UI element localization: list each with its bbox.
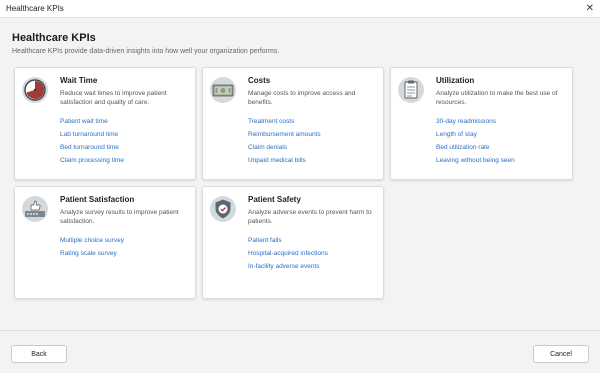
page-header: Healthcare KPIs Healthcare KPIs provide …	[12, 32, 279, 55]
link-list: Multiple choice survey Rating scale surv…	[60, 234, 124, 260]
window-title: Healthcare KPIs	[6, 4, 64, 13]
card-utilization: Utilization Analyze utilization to make …	[390, 67, 573, 180]
link-patient-wait-time[interactable]: Patient wait time	[60, 115, 124, 128]
shield-check-icon	[209, 195, 237, 223]
link-list: 30-day readmissions Length of stay Bed u…	[436, 115, 515, 167]
title-bar: Healthcare KPIs ✕	[0, 0, 600, 18]
link-list: Patient wait time Lab turnaround time Be…	[60, 115, 124, 167]
link-30-day-readmissions[interactable]: 30-day readmissions	[436, 115, 515, 128]
link-list: Patient falls Hospital-acquired infectio…	[248, 234, 328, 273]
thumbs-up-icon	[21, 195, 49, 223]
money-icon	[209, 76, 237, 104]
card-description: Reduce wait times to improve patient sat…	[60, 90, 167, 106]
link-unpaid-medical-bills[interactable]: Unpaid medical bills	[248, 154, 321, 167]
clipboard-icon	[397, 76, 425, 104]
link-bed-turnaround-time[interactable]: Bed turnaround time	[60, 141, 124, 154]
footer-bar: Back Cancel	[0, 330, 600, 373]
card-costs: Costs Manage costs to improve access and…	[202, 67, 384, 180]
link-in-facility-adverse-events[interactable]: In-facility adverse events	[248, 260, 328, 273]
link-lab-turnaround-time[interactable]: Lab turnaround time	[60, 128, 124, 141]
close-icon[interactable]: ✕	[586, 3, 594, 14]
link-hospital-acquired-infections[interactable]: Hospital-acquired infections	[248, 247, 328, 260]
link-leaving-without-being-seen[interactable]: Leaving without being seen	[436, 154, 515, 167]
link-reimbursement-amounts[interactable]: Reimbursement amounts	[248, 128, 321, 141]
card-title: Wait Time	[60, 76, 98, 85]
link-patient-falls[interactable]: Patient falls	[248, 234, 328, 247]
card-title: Patient Safety	[248, 195, 301, 204]
card-title: Utilization	[436, 76, 475, 85]
card-title: Costs	[248, 76, 271, 85]
link-claim-denials[interactable]: Claim denials	[248, 141, 321, 154]
card-description: Analyze survey results to improve patien…	[60, 209, 179, 225]
link-bed-utilization-rate[interactable]: Bed utilization rate	[436, 141, 515, 154]
link-multiple-choice-survey[interactable]: Multiple choice survey	[60, 234, 124, 247]
card-title: Patient Satisfaction	[60, 195, 135, 204]
card-patient-satisfaction: Patient Satisfaction Analyze survey resu…	[14, 186, 196, 299]
card-description: Analyze adverse events to prevent harm t…	[248, 209, 372, 225]
page-subtitle: Healthcare KPIs provide data-driven insi…	[12, 48, 280, 55]
card-description: Analyze utilization to make the best use…	[436, 90, 558, 106]
link-list: Treatment costs Reimbursement amounts Cl…	[248, 115, 321, 167]
link-claim-processing-time[interactable]: Claim processing time	[60, 154, 124, 167]
cancel-button[interactable]: Cancel	[533, 345, 589, 363]
card-wait-time: Wait Time Reduce wait times to improve p…	[14, 67, 196, 180]
page-title: Healthcare KPIs	[12, 32, 96, 44]
link-treatment-costs[interactable]: Treatment costs	[248, 115, 321, 128]
card-patient-safety: Patient Safety Analyze adverse events to…	[202, 186, 384, 299]
clock-icon	[21, 76, 49, 104]
link-length-of-stay[interactable]: Length of stay	[436, 128, 515, 141]
link-rating-scale-survey[interactable]: Rating scale survey	[60, 247, 124, 260]
card-description: Manage costs to improve access and benef…	[248, 90, 356, 106]
back-button[interactable]: Back	[11, 345, 67, 363]
